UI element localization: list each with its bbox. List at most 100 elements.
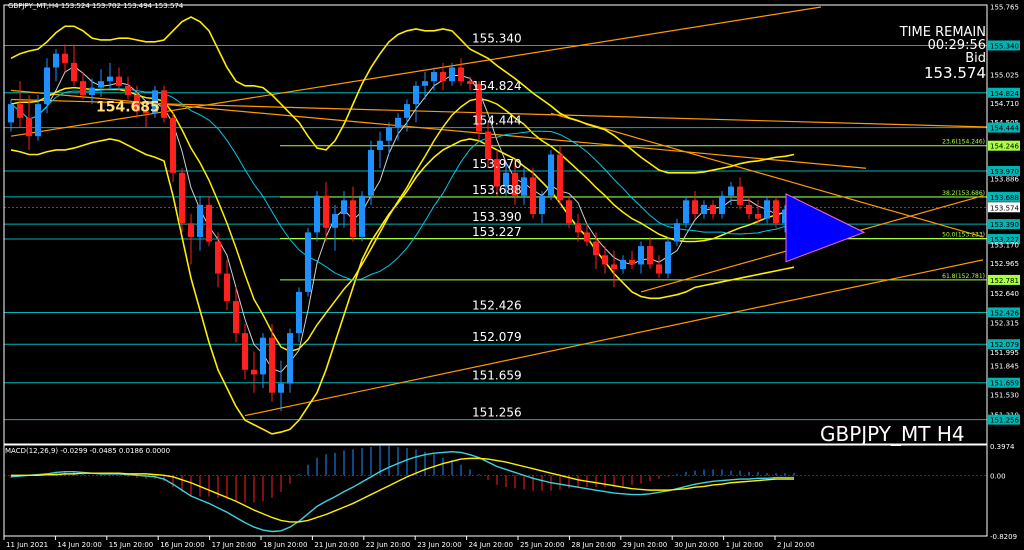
y-tick-label: 153.170 — [990, 241, 1019, 249]
y-tick-label: 153.574 — [990, 204, 1019, 212]
y-tick-label: 151.995 — [990, 349, 1019, 357]
symbol-watermark: GBPJPY_MT H4 — [820, 422, 965, 446]
candle-body — [458, 67, 464, 82]
candle-body — [107, 76, 113, 82]
triangle-pattern — [785, 193, 866, 263]
bid-value: 153.574 — [923, 64, 986, 82]
candle-body — [377, 140, 383, 150]
level-label: 153.970 — [472, 157, 522, 171]
x-tick-label: 11 Jun 2021 — [6, 541, 48, 549]
level-label: 153.390 — [472, 210, 522, 224]
candle-body — [224, 273, 230, 302]
x-tick-label: 18 Jun 20:00 — [263, 541, 307, 549]
candle-body — [629, 259, 635, 265]
candle-body — [251, 369, 257, 375]
x-tick-label: 23 Jun 20:00 — [417, 541, 461, 549]
candle-body — [341, 200, 347, 215]
y-tick-label: 154.444 — [990, 125, 1019, 133]
x-tick-label: 14 Jun 20:00 — [57, 541, 101, 549]
level-label: 153.688 — [472, 183, 522, 197]
y-tick-label: 154.710 — [990, 100, 1019, 108]
candle-body — [539, 195, 545, 215]
candle-body — [350, 200, 356, 237]
candle-body — [80, 81, 86, 95]
candle-body — [656, 264, 662, 274]
y-tick-label: 153.688 — [990, 194, 1019, 202]
candle-body — [521, 177, 527, 196]
candle-body — [26, 117, 32, 137]
candle-body — [692, 200, 698, 215]
candle-body — [665, 241, 671, 274]
macd-signal-line — [11, 457, 794, 523]
macd-line — [10, 451, 794, 533]
x-tick-label: 16 Jun 20:00 — [160, 541, 204, 549]
candle-body — [683, 200, 689, 224]
candle-body — [242, 333, 248, 370]
candle-body — [17, 104, 23, 118]
candle-body — [197, 204, 203, 237]
x-tick-label: 15 Jun 20:00 — [109, 541, 153, 549]
candle-body — [530, 177, 536, 215]
candle-body — [368, 149, 374, 196]
candle-body — [161, 90, 167, 118]
candle-body — [188, 223, 194, 237]
x-tick-label: 22 Jun 20:00 — [366, 541, 410, 549]
candle-body — [431, 72, 437, 82]
candle-body — [314, 195, 320, 233]
candle-body — [395, 117, 401, 128]
y-tick-label: 152.965 — [990, 260, 1019, 268]
level-label: 151.659 — [472, 369, 522, 383]
price-annotation: 154.685 — [96, 99, 160, 115]
y-tick-label: 155.765 — [990, 4, 1019, 12]
fib-label: 38.2(153.686) — [942, 190, 985, 197]
candle-body — [116, 76, 122, 86]
candle-body — [602, 255, 608, 265]
candle-body — [611, 264, 617, 270]
candle-body — [215, 241, 221, 274]
candle-body — [773, 200, 779, 224]
candle-body — [422, 81, 428, 86]
x-tick-label: 17 Jun 20:00 — [212, 541, 256, 549]
y-tick-label: 151.845 — [990, 363, 1019, 371]
x-tick-label: 25 Jun 20:00 — [520, 541, 564, 549]
price-chart[interactable]: 155.340 154.824 154.444 153.970 153.688 153.3… — [0, 0, 1024, 550]
y-tick-label: 154.246 — [990, 143, 1019, 151]
x-tick-label: 21 Jun 20:00 — [314, 541, 358, 549]
candle-body — [557, 154, 563, 201]
candle-body — [764, 200, 770, 219]
candle-body — [305, 232, 311, 292]
x-tick-label: 2 Jul 20:00 — [777, 541, 815, 549]
candle-body — [269, 337, 275, 393]
candle-body — [35, 104, 41, 137]
candle-body — [125, 85, 131, 95]
candle-body — [179, 172, 185, 224]
candle-body — [566, 200, 572, 224]
level-label: 152.426 — [472, 298, 522, 312]
y-tick-label: 155.340 — [990, 42, 1019, 50]
candle-body — [206, 204, 212, 242]
candle-body — [701, 204, 707, 215]
y-tick-label: 152.640 — [990, 290, 1019, 298]
level-label: 152.079 — [472, 330, 522, 344]
candle-body — [287, 333, 293, 384]
chart-window: { "header": { "main_info": "GBPJPY_MT,H4… — [0, 0, 1024, 550]
y-tick-label: 151.256 — [990, 417, 1019, 425]
macd-y-tick-label: 0.3974 — [990, 443, 1015, 451]
candle-body — [728, 186, 734, 196]
macd-header-info: MACD(12,26,9) -0.0299 -0.0485 0.0186 0.0… — [5, 447, 171, 455]
chart-header-info: GBPJPY_MT,H4 153.524 153.702 153.494 153… — [8, 2, 184, 10]
candle-body — [98, 81, 104, 88]
level-label: 154.444 — [472, 114, 522, 128]
candle-body — [332, 214, 338, 228]
level-label: 154.824 — [472, 79, 522, 93]
bollinger-lower — [10, 138, 795, 435]
level-label: 151.256 — [472, 406, 522, 420]
y-tick-label: 151.659 — [990, 380, 1019, 388]
x-tick-label: 24 Jun 20:00 — [469, 541, 513, 549]
candle-body — [485, 131, 491, 160]
candle-body — [647, 246, 653, 265]
x-tick-label: 28 Jun 20:00 — [571, 541, 615, 549]
y-tick-label: 154.824 — [990, 90, 1019, 98]
macd-y-tick-label: 0.00 — [990, 472, 1006, 480]
macd-panel-frame — [3, 444, 988, 537]
